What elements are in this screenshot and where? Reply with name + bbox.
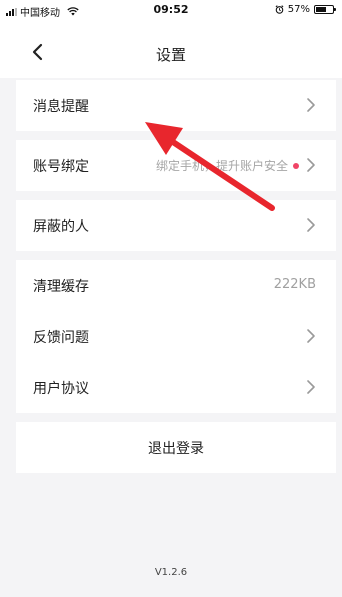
battery-icon xyxy=(314,5,336,14)
logout-button[interactable]: 退出登录 xyxy=(16,422,336,473)
settings-item-label: 屏蔽的人 xyxy=(33,219,89,235)
settings-item-clear-cache[interactable]: 清理缓存 222KB xyxy=(16,260,336,311)
settings-group-misc: 清理缓存 222KB 反馈问题 用户协议 xyxy=(16,260,336,413)
logout-label: 退出登录 xyxy=(148,441,204,457)
page-title: 设置 xyxy=(155,46,186,64)
settings-item-feedback[interactable]: 反馈问题 xyxy=(16,311,336,362)
battery-percent: 57% xyxy=(287,4,310,15)
settings-item-label: 用户协议 xyxy=(33,381,89,397)
nav-bar: 设置 xyxy=(0,20,342,78)
status-bar: 中国移动 09:52 57% xyxy=(0,0,342,20)
settings-group-notifications: 消息提醒 xyxy=(16,80,336,131)
chevron-right-icon xyxy=(307,380,315,394)
settings-group-blocked: 屏蔽的人 xyxy=(16,200,336,251)
settings-group-account: 账号绑定 绑定手机，提升账户安全 xyxy=(16,140,336,191)
settings-item-blocked-users[interactable]: 屏蔽的人 xyxy=(16,200,336,251)
chevron-right-icon xyxy=(307,158,315,172)
alarm-icon xyxy=(275,5,284,14)
status-right: 57% xyxy=(275,4,336,15)
settings-item-label: 清理缓存 xyxy=(33,279,89,295)
battery-fill xyxy=(316,7,327,12)
chevron-right-icon xyxy=(307,218,315,232)
settings-item-user-agreement[interactable]: 用户协议 xyxy=(16,362,336,413)
logout-group: 退出登录 xyxy=(16,422,336,473)
settings-item-account-binding[interactable]: 账号绑定 绑定手机，提升账户安全 xyxy=(16,140,336,191)
cache-size-value: 222KB xyxy=(273,277,316,292)
chevron-right-icon xyxy=(307,329,315,343)
chevron-right-icon xyxy=(307,98,315,112)
app-version: V1.2.6 xyxy=(154,567,188,578)
settings-item-label: 账号绑定 xyxy=(33,159,89,175)
unread-dot xyxy=(293,163,299,169)
settings-item-label: 反馈问题 xyxy=(33,330,89,346)
settings-item-notifications[interactable]: 消息提醒 xyxy=(16,80,336,131)
settings-item-label: 消息提醒 xyxy=(33,99,89,115)
account-binding-hint: 绑定手机，提升账户安全 xyxy=(155,159,288,173)
